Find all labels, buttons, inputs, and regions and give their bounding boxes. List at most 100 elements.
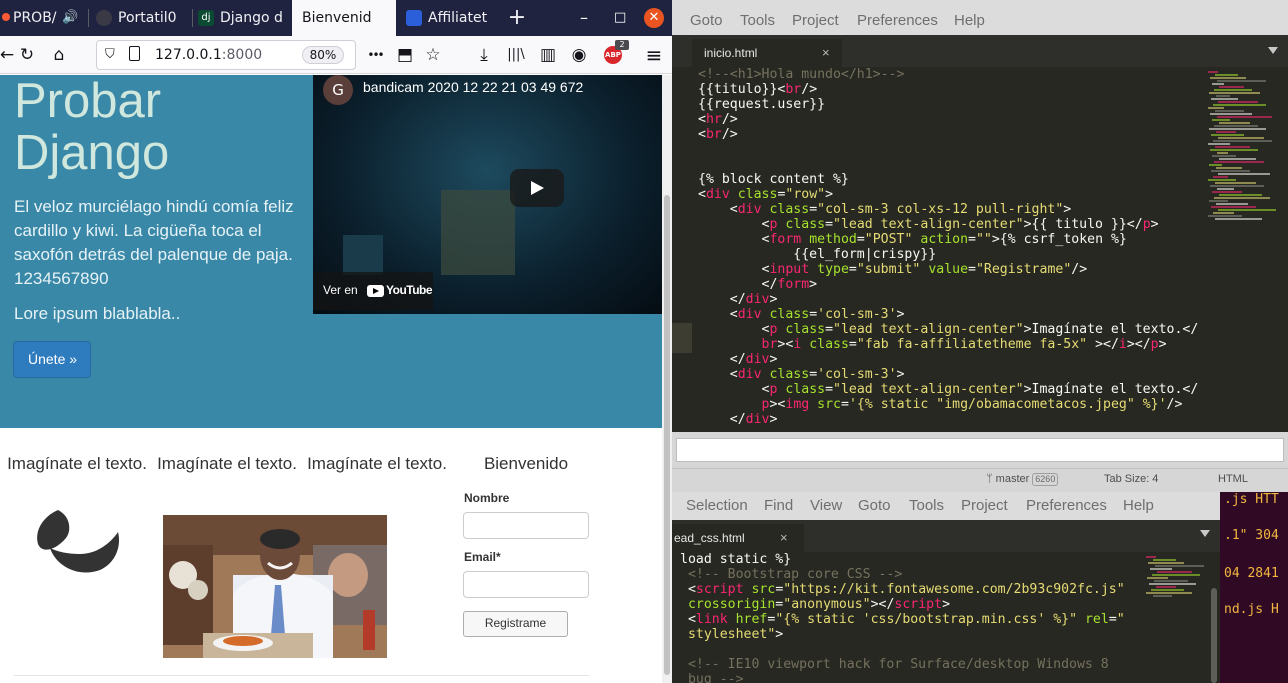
browser-tab-1[interactable]: PROB/ 🔊 xyxy=(0,0,86,36)
code-line[interactable]: <p class="lead text-align-center">{{ tit… xyxy=(698,217,1208,232)
code-line[interactable]: {% block content %} xyxy=(698,172,1208,187)
editor-scrollbar[interactable] xyxy=(1278,67,1288,432)
code-line[interactable]: <div class='col-sm-3'> xyxy=(698,367,1208,382)
menu-tools[interactable]: Tools xyxy=(740,12,775,29)
url-text[interactable]: 127.0.0.1:8000 xyxy=(155,41,262,69)
code-area-top[interactable]: <!--<h1>Hola mundo</h1>--> {{titulo}}<br/… xyxy=(698,67,1208,432)
editor-minimap[interactable] xyxy=(1144,552,1208,683)
new-tab-button[interactable]: + xyxy=(504,0,530,36)
browser-tab-3[interactable]: dj Django d xyxy=(194,0,292,36)
code-line[interactable]: <!--<h1>Hola mundo</h1>--> xyxy=(698,67,1208,82)
speaker-icon[interactable]: 🔊 xyxy=(62,0,78,36)
join-button[interactable]: Únete » xyxy=(13,341,91,378)
menu-help[interactable]: Help xyxy=(954,12,985,29)
code-line[interactable] xyxy=(698,142,1208,157)
editor-tab-inicio[interactable]: inicio.html × xyxy=(692,39,842,67)
tab-list-dropdown-icon[interactable] xyxy=(1268,47,1278,54)
menu-tools[interactable]: Tools xyxy=(909,497,944,514)
code-line[interactable]: <br/> xyxy=(698,127,1208,142)
code-line[interactable]: </div> xyxy=(698,352,1208,367)
code-line[interactable]: <div class="row"> xyxy=(698,187,1208,202)
zoom-level-badge[interactable]: 80% xyxy=(302,46,344,64)
page-scrollbar[interactable] xyxy=(662,75,672,683)
page-actions-button[interactable]: ••• xyxy=(362,42,388,68)
code-line[interactable] xyxy=(680,642,1142,657)
code-line[interactable]: crossorigin="anonymous"></script> xyxy=(680,597,1142,612)
code-line[interactable]: load static %} xyxy=(680,552,1142,567)
email-input[interactable] xyxy=(463,571,589,598)
code-line[interactable] xyxy=(698,157,1208,172)
menu-selection[interactable]: Selection xyxy=(686,497,748,514)
bookmark-star-icon[interactable]: ☆ xyxy=(420,42,446,68)
account-icon[interactable]: ◉ xyxy=(566,42,592,68)
shield-icon[interactable]: ⛉ xyxy=(105,47,115,62)
find-input[interactable] xyxy=(676,438,1284,462)
menu-goto[interactable]: Goto xyxy=(690,12,723,29)
code-line[interactable]: <p class="lead text-align-center">Imagín… xyxy=(698,382,1208,397)
close-window-button[interactable]: ✕ xyxy=(644,8,664,28)
code-line[interactable]: <div class="col-sm-3 col-xs-12 pull-righ… xyxy=(698,202,1208,217)
minimize-icon[interactable]: – xyxy=(580,0,588,36)
code-line[interactable]: <form method="POST" action="">{% csrf_to… xyxy=(698,232,1208,247)
menu-find[interactable]: Find xyxy=(764,497,793,514)
browser-tab-5[interactable]: Affiliatet xyxy=(400,0,496,36)
page-info-icon[interactable] xyxy=(129,46,140,61)
code-line[interactable]: {{el_form|crispy}} xyxy=(698,247,1208,262)
pocket-icon[interactable]: ⬒ xyxy=(392,42,418,68)
menu-preferences[interactable]: Preferences xyxy=(1026,497,1107,514)
menu-help[interactable]: Help xyxy=(1123,497,1154,514)
hamburger-menu-icon[interactable]: ≡ xyxy=(641,42,667,68)
url-bar[interactable]: ⛉ 127.0.0.1:8000 80% xyxy=(96,40,356,70)
scrollbar-thumb[interactable] xyxy=(1211,588,1217,683)
tab-list-dropdown-icon[interactable] xyxy=(1200,530,1210,537)
code-line[interactable]: stylesheet"> xyxy=(680,627,1142,642)
menu-view[interactable]: View xyxy=(810,497,842,514)
video-title[interactable]: bandicam 2020 12 22 21 03 49 672 xyxy=(363,79,583,95)
watch-on-youtube-button[interactable]: Ver en YouTube xyxy=(313,272,433,310)
minimap-stroke xyxy=(1155,565,1204,567)
code-line[interactable]: <!-- IE10 viewport hack for Surface/desk… xyxy=(680,657,1142,672)
browser-tab-2[interactable]: Portatil0 xyxy=(90,0,190,36)
code-line[interactable]: <script src="https://kit.fontawesome.com… xyxy=(680,582,1142,597)
editor-minimap[interactable] xyxy=(1206,67,1278,432)
youtube-video-embed[interactable]: G bandicam 2020 12 22 21 03 49 672 Ver e… xyxy=(313,75,662,314)
channel-avatar[interactable]: G xyxy=(323,75,353,105)
code-line[interactable]: </div> xyxy=(698,292,1208,307)
browser-tab-4[interactable]: Bienvenid xyxy=(292,0,396,36)
maximize-icon[interactable]: □ xyxy=(614,0,626,36)
code-area-bottom[interactable]: load static %} <!-- Bootstrap core CSS -… xyxy=(680,552,1142,683)
code-line[interactable]: <input type="submit" value="Registrame"/… xyxy=(698,262,1208,277)
code-line[interactable]: <!-- Bootstrap core CSS --> xyxy=(680,567,1142,582)
code-line[interactable]: </div> xyxy=(698,412,1208,427)
home-button[interactable]: ⌂ xyxy=(46,42,72,68)
menu-preferences[interactable]: Preferences xyxy=(857,12,938,29)
library-icon[interactable]: |||\ xyxy=(503,42,529,68)
close-tab-icon[interactable]: × xyxy=(780,524,788,552)
code-line[interactable]: {{titulo}}<br/> xyxy=(698,82,1208,97)
code-line[interactable]: <link href="{% static 'css/bootstrap.min… xyxy=(680,612,1142,627)
menu-project[interactable]: Project xyxy=(792,12,839,29)
register-button[interactable]: Registrame xyxy=(463,611,568,637)
editor-tab-head-css[interactable]: ead_css.html × xyxy=(672,524,804,552)
code-line[interactable]: br><i class="fab fa-affiliatetheme fa-5x… xyxy=(698,337,1208,352)
reload-button[interactable]: ↻ xyxy=(14,42,40,68)
scrollbar-thumb[interactable] xyxy=(664,195,670,675)
code-line[interactable]: </form> xyxy=(698,277,1208,292)
code-line[interactable]: {{request.user}} xyxy=(698,97,1208,112)
code-line[interactable]: <p class="lead text-align-center">Imagín… xyxy=(698,322,1208,337)
menu-goto[interactable]: Goto xyxy=(858,497,891,514)
syntax-status[interactable]: HTML xyxy=(1218,471,1248,487)
code-line[interactable]: <div class='col-sm-3'> xyxy=(698,307,1208,322)
git-branch-status[interactable]: ᛘ master 6260 xyxy=(986,471,1059,487)
code-line[interactable]: p><img src='{% static "img/obamacometaco… xyxy=(698,397,1208,412)
download-icon[interactable]: ⤓ xyxy=(471,42,497,68)
menu-project[interactable]: Project xyxy=(961,497,1008,514)
sidebar-icon[interactable]: ▥ xyxy=(535,42,561,68)
editor-scrollbar[interactable] xyxy=(1208,552,1220,683)
tab-size-status[interactable]: Tab Size: 4 xyxy=(1104,471,1158,487)
close-tab-icon[interactable]: × xyxy=(822,39,830,67)
code-line[interactable]: bug --> xyxy=(680,672,1142,683)
name-input[interactable] xyxy=(463,512,589,539)
play-icon[interactable] xyxy=(510,169,564,207)
code-line[interactable]: <hr/> xyxy=(698,112,1208,127)
